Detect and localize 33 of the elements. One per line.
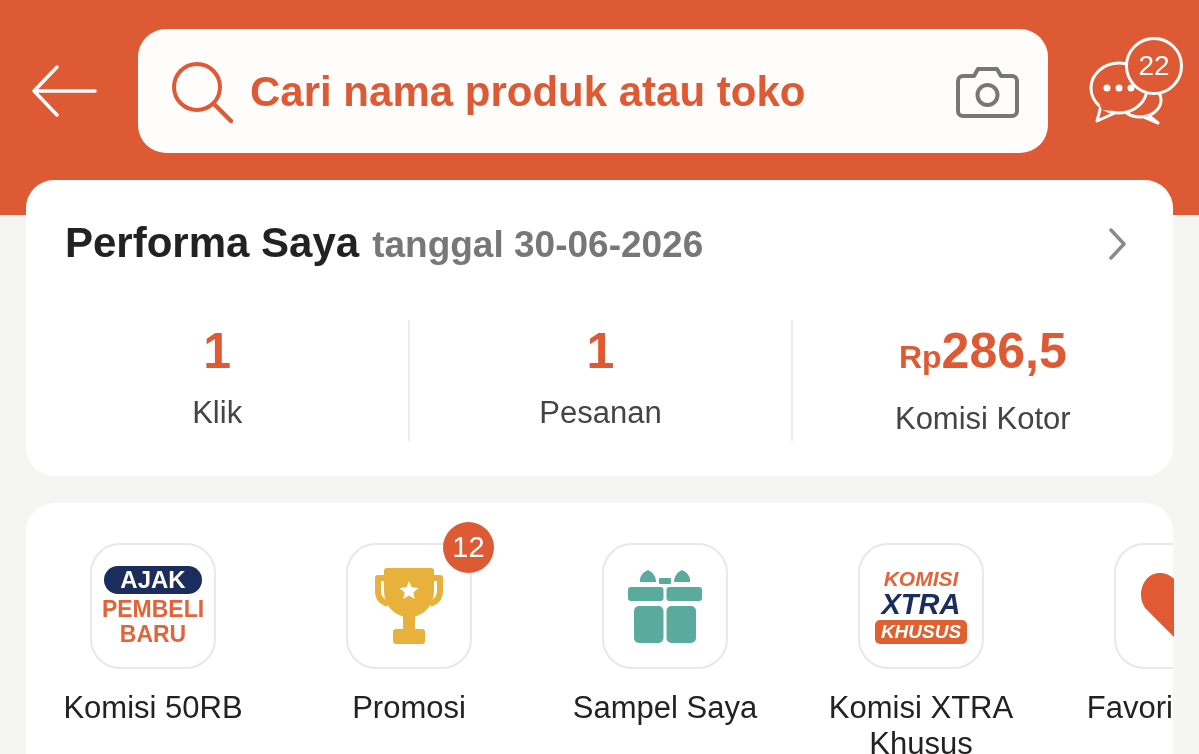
logo-text: KOMISI (883, 568, 959, 590)
unread-count-badge: 22 (1125, 37, 1183, 95)
shortcut-label[interactable]: Promosi (352, 690, 466, 726)
stat-label: Klik (192, 395, 243, 431)
shortcut-label[interactable]: Komisi XTRA Khusus (816, 690, 1026, 754)
shortcut-tile[interactable] (1114, 543, 1173, 669)
shortcut-tile[interactable]: AJAK PEMBELI BARU (90, 543, 216, 669)
trophy-icon (372, 568, 446, 644)
count-badge: 12 (443, 522, 494, 573)
shortcut-tile[interactable] (602, 543, 728, 669)
search-icon (170, 59, 233, 123)
stat-label: Komisi Kotor (894, 401, 1071, 437)
back-arrow-icon[interactable] (30, 62, 97, 120)
card-title: Performa Saya (65, 218, 360, 268)
search-field[interactable]: Cari nama produk atau toko (138, 29, 1048, 153)
logo-text: BARU (119, 621, 187, 647)
stat-value: 286,5 (941, 326, 1067, 376)
chevron-right-icon[interactable] (1108, 227, 1128, 261)
shortcut-label[interactable]: Komisi 50RB (63, 690, 243, 726)
shortcut-tile[interactable]: KOMISI XTRA KHUSUS (858, 543, 984, 669)
shortcut-label[interactable]: Sampel Saya (572, 690, 758, 726)
search-input[interactable]: Cari nama produk atau toko (250, 59, 955, 123)
stat-value: 1 (203, 326, 232, 376)
logo-text: PEMBELI (101, 596, 205, 622)
stat-value: 1 (586, 326, 615, 376)
logo-text: KHUSUS (874, 620, 968, 644)
stat-label: Pesanan (539, 395, 662, 431)
shortcut-label[interactable]: Favori (1086, 690, 1173, 726)
logo-text: XTRA (881, 590, 961, 618)
date-text: tanggal 30-06-2026 (372, 223, 704, 267)
logo-text: AJAK (104, 565, 202, 594)
gift-icon (628, 569, 702, 643)
currency-text: Rp (898, 338, 942, 377)
